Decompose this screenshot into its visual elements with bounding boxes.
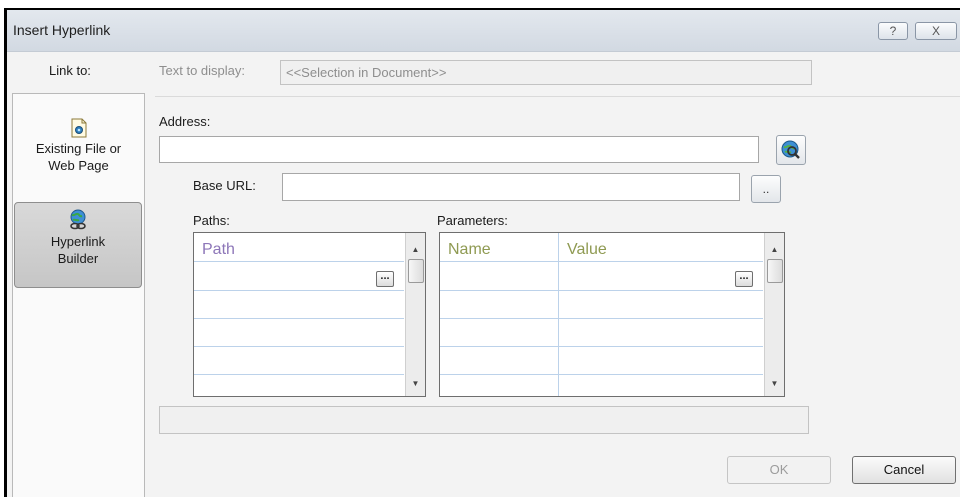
address-input[interactable]	[159, 136, 759, 163]
base-url-input[interactable]	[282, 173, 740, 201]
help-icon: ?	[889, 24, 897, 38]
paths-scroll-thumb[interactable]	[408, 259, 424, 283]
help-button[interactable]: ?	[878, 22, 908, 40]
place-builder-line1: Hyperlink	[50, 234, 106, 249]
place-builder-line2: Builder	[57, 251, 99, 266]
place-existing-file-or-web-page[interactable]: Existing File or Web Page	[13, 112, 144, 190]
hyperlink-preview-field	[159, 406, 809, 434]
grid-row-line	[440, 346, 763, 347]
grid-row-line	[194, 261, 404, 262]
path-column-header: Path	[202, 241, 235, 258]
globe-link-icon	[70, 209, 86, 230]
header-divider	[155, 96, 960, 97]
grid-row-line	[440, 318, 763, 319]
parameters-grid: Name Value ... ▲ ▼	[439, 232, 785, 397]
path-ellipsis-button[interactable]: ...	[376, 271, 394, 287]
link-to-panel: Existing File or Web Page Hyperlink Buil…	[12, 93, 145, 497]
grid-row-line	[194, 318, 404, 319]
close-icon: X	[931, 24, 940, 38]
place-existing-line2: Web Page	[48, 158, 109, 173]
link-to-label: Link to:	[49, 63, 91, 78]
paths-label: Paths:	[193, 213, 230, 228]
browse-web-button[interactable]	[776, 135, 806, 165]
scroll-down-icon[interactable]: ▼	[406, 379, 425, 388]
title-bar: Insert Hyperlink ? X	[7, 10, 960, 52]
value-ellipsis-button[interactable]: ...	[735, 271, 753, 287]
scroll-up-icon[interactable]: ▲	[406, 245, 425, 254]
insert-hyperlink-dialog: Insert Hyperlink ? X Link to: Existing F…	[4, 8, 960, 497]
value-column-header: Value	[567, 241, 607, 258]
scroll-up-icon[interactable]: ▲	[765, 245, 784, 254]
grid-row-line	[194, 374, 404, 375]
cancel-button[interactable]: Cancel	[852, 456, 956, 484]
grid-row-line	[440, 374, 763, 375]
scroll-down-icon[interactable]: ▼	[765, 379, 784, 388]
close-button[interactable]: X	[915, 22, 957, 40]
place-hyperlink-builder[interactable]: Hyperlink Builder	[14, 202, 142, 288]
text-to-display-field[interactable]: <<Selection in Document>>	[280, 60, 812, 85]
browse-web-icon	[781, 140, 800, 159]
name-column-header: Name	[448, 241, 491, 258]
place-existing-line1: Existing File or	[35, 141, 122, 156]
address-label: Address:	[159, 114, 211, 129]
grid-row-line	[440, 261, 763, 262]
parameters-scroll-thumb[interactable]	[767, 259, 783, 283]
grid-row-line	[440, 290, 763, 291]
parameters-scrollbar[interactable]: ▲ ▼	[764, 233, 784, 396]
grid-column-divider	[558, 233, 559, 396]
grid-row-line	[194, 290, 404, 291]
base-url-label: Base URL:	[193, 178, 256, 193]
document-icon	[71, 118, 86, 138]
window-title: Insert Hyperlink	[13, 22, 111, 38]
base-url-browse-button[interactable]: ..	[751, 175, 781, 203]
paths-scrollbar[interactable]: ▲ ▼	[405, 233, 425, 396]
ok-button[interactable]: OK	[727, 456, 831, 484]
paths-grid: Path ... ▲ ▼	[193, 232, 426, 397]
text-to-display-label: Text to display:	[159, 63, 245, 78]
parameters-label: Parameters:	[437, 213, 508, 228]
grid-row-line	[194, 346, 404, 347]
